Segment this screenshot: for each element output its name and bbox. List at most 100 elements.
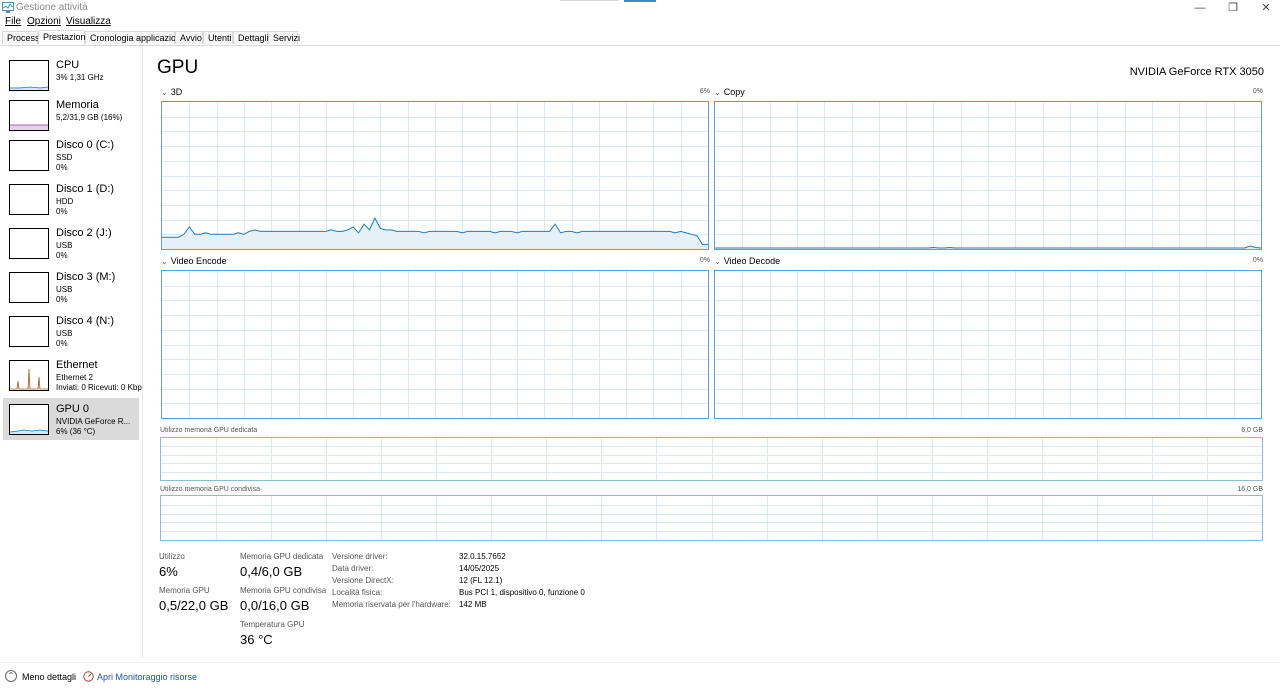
sidebar-item-title: Disco 2 (J:) xyxy=(56,227,112,239)
sidebar-item-subtitle: USB xyxy=(56,241,73,250)
info-reserved-memory-value: 142 MB xyxy=(459,600,487,609)
graph-shared-memory xyxy=(160,495,1263,541)
page-title: GPU xyxy=(157,57,199,78)
sidebar-item-subtitle: NVIDIA GeForce R... xyxy=(56,417,131,426)
info-driver-date-key: Data driver: xyxy=(332,564,374,573)
tab-bar: Processi Prestazioni Cronologia applicaz… xyxy=(0,30,1280,46)
engine-selector-copy[interactable]: ⌄ Copy xyxy=(714,87,745,97)
sidebar-item-detail: 6% (36 °C) xyxy=(56,427,96,436)
graph-copy xyxy=(714,101,1262,250)
sidebar-item-gpu-0[interactable]: GPU 0 NVIDIA GeForce R... 6% (36 °C) xyxy=(3,398,139,440)
resource-monitor-icon[interactable] xyxy=(83,671,94,682)
title-bar: Gestione attività — ❐ ✕ xyxy=(0,0,1280,16)
info-driver-version-value: 32.0.15.7652 xyxy=(459,552,506,561)
sidebar-item-disk-1[interactable]: Disco 1 (D:) HDD 0% xyxy=(3,178,139,220)
engine-label: Video Decode xyxy=(723,256,781,266)
chevron-down-icon: ⌄ xyxy=(161,88,168,97)
tab-performance[interactable]: Prestazioni xyxy=(38,30,88,45)
sidebar-item-cpu[interactable]: CPU 3% 1,31 GHz xyxy=(3,54,139,96)
sidebar-item-title: Disco 3 (M:) xyxy=(56,271,116,283)
stat-dedicated-memory-label: Memoria GPU dedicata xyxy=(240,552,324,561)
cpu-thumbnail xyxy=(9,60,49,91)
graph-canvas xyxy=(162,102,708,249)
graph-dedicated-memory xyxy=(160,437,1263,481)
shared-memory-label: Utilizzo memoria GPU condivisa xyxy=(160,486,260,493)
sidebar-item-title: CPU xyxy=(56,59,80,71)
chevron-down-icon: ⌄ xyxy=(161,257,168,266)
close-button[interactable]: ✕ xyxy=(1256,1,1276,15)
menu-options[interactable]: Opzioni xyxy=(27,16,61,27)
sidebar-item-ethernet[interactable]: Ethernet Ethernet 2 Inviati: 0 Ricevuti:… xyxy=(3,354,142,396)
ethernet-thumbnail xyxy=(9,360,49,391)
sidebar-item-disk-2[interactable]: Disco 2 (J:) USB 0% xyxy=(3,222,139,264)
info-driver-date-value: 14/05/2025 xyxy=(459,564,500,573)
chevron-up-circle-icon[interactable]: ⌃ xyxy=(5,670,17,682)
engine-selector-video-encode[interactable]: ⌄ Video Encode xyxy=(161,256,227,266)
window-title: Gestione attività xyxy=(16,2,88,13)
sidebar-item-subtitle: USB xyxy=(56,285,73,294)
sidebar-item-detail: Inviati: 0 Ricevuti: 0 Kbps xyxy=(56,383,142,392)
engine-label: Copy xyxy=(723,87,745,97)
menu-file[interactable]: File xyxy=(5,16,21,27)
graph-canvas xyxy=(715,102,1261,249)
sidebar-item-memory[interactable]: Memoria 5,2/31,9 GB (16%) xyxy=(3,94,139,136)
sidebar-item-disk-3[interactable]: Disco 3 (M:) USB 0% xyxy=(3,266,139,308)
sidebar-item-title: Memoria xyxy=(56,99,99,111)
menu-options-label: Opzioni xyxy=(27,16,61,27)
dedicated-memory-label: Utilizzo memoria GPU dedicata xyxy=(160,427,258,434)
sidebar-item-detail: 0% xyxy=(56,295,68,304)
sidebar-item-subtitle: 5,2/31,9 GB (16%) xyxy=(56,113,123,122)
stat-temperature-value: 36 °C xyxy=(240,632,273,647)
menu-view[interactable]: Visualizza xyxy=(66,16,111,27)
disk-thumbnail xyxy=(9,184,49,215)
sidebar-item-detail: 0% xyxy=(56,163,68,172)
gpu-thumbnail xyxy=(9,404,49,435)
sidebar-item-detail: 0% xyxy=(56,339,68,348)
graph-canvas xyxy=(715,271,1261,418)
graph-video-encode xyxy=(161,270,709,419)
engine-percent: 6% xyxy=(699,88,710,95)
task-manager-icon xyxy=(2,2,14,13)
stat-gpu-memory-label: Memoria GPU xyxy=(159,586,210,595)
engine-selector-3d[interactable]: ⌄ 3D xyxy=(161,87,182,97)
tab-startup[interactable]: Avvio xyxy=(175,31,203,44)
title-bar-decoration xyxy=(560,0,618,1)
tab-details[interactable]: Dettagli xyxy=(233,31,269,44)
disk-thumbnail xyxy=(9,316,49,347)
sidebar-item-disk-4[interactable]: Disco 4 (N:) USB 0% xyxy=(3,310,139,352)
stat-gpu-memory-value: 0,5/22,0 GB xyxy=(159,598,229,613)
chevron-down-icon: ⌄ xyxy=(714,257,721,266)
stat-utilization-label: Utilizzo xyxy=(159,552,185,561)
maximize-button[interactable]: ❐ xyxy=(1223,1,1243,15)
tab-app-history[interactable]: Cronologia applicazioni xyxy=(85,31,183,44)
menu-view-label: Visualizza xyxy=(66,16,111,27)
open-resource-monitor-link[interactable]: Apri Monitoraggio risorse xyxy=(97,672,197,682)
menu-file-label: File xyxy=(5,16,22,27)
engine-label: Video Encode xyxy=(170,256,227,266)
tab-services[interactable]: Servizi xyxy=(268,31,300,44)
tab-users[interactable]: Utenti xyxy=(203,31,233,44)
minimize-button[interactable]: — xyxy=(1190,1,1210,15)
graph-canvas xyxy=(161,496,1262,540)
tab-processes[interactable]: Processi xyxy=(2,31,42,44)
shared-memory-max: 16,0 GB xyxy=(1237,486,1263,493)
info-location-value: Bus PCI 1, dispositivo 0, funzione 0 xyxy=(459,588,585,597)
sidebar-item-title: GPU 0 xyxy=(56,403,90,415)
chevron-down-icon: ⌄ xyxy=(714,88,721,97)
sidebar-item-subtitle: 3% 1,31 GHz xyxy=(56,73,104,82)
sidebar-item-detail: 0% xyxy=(56,251,68,260)
sidebar-item-title: Ethernet xyxy=(56,359,98,371)
sidebar-item-disk-0[interactable]: Disco 0 (C:) SSD 0% xyxy=(3,134,139,176)
footer-divider xyxy=(0,662,1280,663)
graph-video-decode xyxy=(714,270,1262,419)
title-bar-accent xyxy=(624,0,656,2)
info-directx-key: Versione DirectX: xyxy=(332,576,394,585)
engine-selector-video-decode[interactable]: ⌄ Video Decode xyxy=(714,256,780,266)
stat-shared-memory-label: Memoria GPU condivisa xyxy=(240,586,327,595)
stat-utilization-value: 6% xyxy=(159,564,178,579)
sidebar-item-subtitle: HDD xyxy=(56,197,74,206)
less-details-button[interactable]: Meno dettagli xyxy=(22,672,76,682)
sidebar-item-detail: 0% xyxy=(56,207,68,216)
graph-canvas xyxy=(161,438,1262,480)
info-reserved-memory-key: Memoria riservata per l'hardware: xyxy=(332,600,451,609)
